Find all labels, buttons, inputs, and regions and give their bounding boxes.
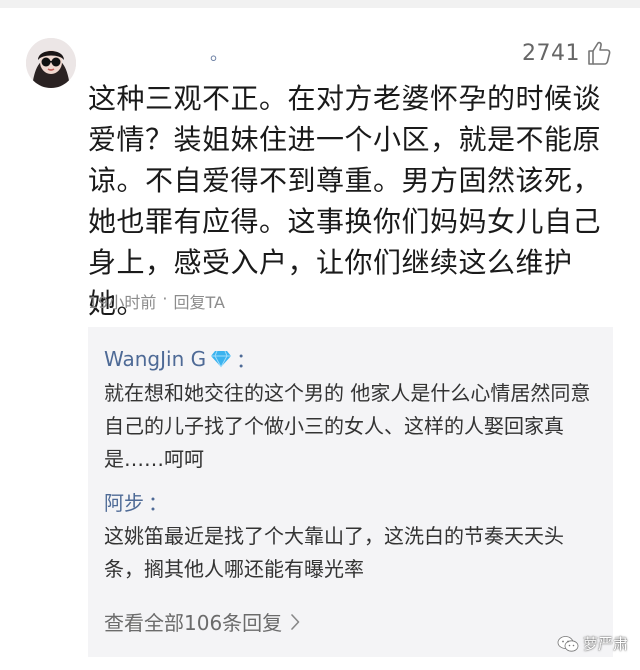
watermark-text: 萝严肃 [582,635,628,653]
view-all-replies-button[interactable]: 查看全部106条回复 [104,607,300,636]
watermark: 萝严肃 [557,633,628,654]
wechat-icon [557,635,579,652]
reply-author-row: WangJin G ： [104,344,599,373]
reply-item: WangJin G ： 就在想和她交往的这个男的 他家人是什么心情居然同意自己的… [104,344,599,476]
comment-meta: 19小时前 · 回复TA [88,289,225,313]
top-divider [0,0,640,8]
view-all-label: 查看全部106条回复 [104,611,283,635]
reply-item: 阿步 ： 这姚笛最近是找了个大靠山了，这洗白的节奏天天头条，搁其他人哪还能有曝光… [104,487,599,586]
avatar[interactable] [26,38,76,88]
comment-username[interactable]: 。 [210,40,228,66]
chevron-right-icon [291,613,300,630]
reply-text: 就在想和她交往的这个男的 他家人是什么心情居然同意自己的儿子找了个做小三的女人、… [104,381,591,471]
reply-author-row: 阿步 ： [104,487,599,516]
reply-text: 这姚笛最近是找了个大靠山了，这洗白的节奏天天头条，搁其他人哪还能有曝光率 [104,524,564,581]
diamond-icon [211,350,232,367]
reply-author[interactable]: 阿步 [104,487,144,516]
reply-colon: ： [148,491,168,515]
replies-panel: WangJin G ： 就在想和她交往的这个男的 他家人是什么心情居然同意自己的… [88,327,613,657]
comment-text: 这种三观不正。在对方老婆怀孕的时候谈爱情？装姐妹住进一个小区，就是不能原谅。不自… [88,82,602,320]
meta-separator: · [162,289,168,308]
like-button[interactable]: 2741 [522,40,612,66]
reply-colon: ： [236,348,257,372]
like-count: 2741 [522,40,580,66]
thumbs-up-icon [588,41,611,65]
avatar-image [26,38,76,88]
comment-time: 19小时前 [88,293,157,312]
reply-link[interactable]: 回复TA [173,289,224,313]
reply-author[interactable]: WangJin G [104,347,206,371]
